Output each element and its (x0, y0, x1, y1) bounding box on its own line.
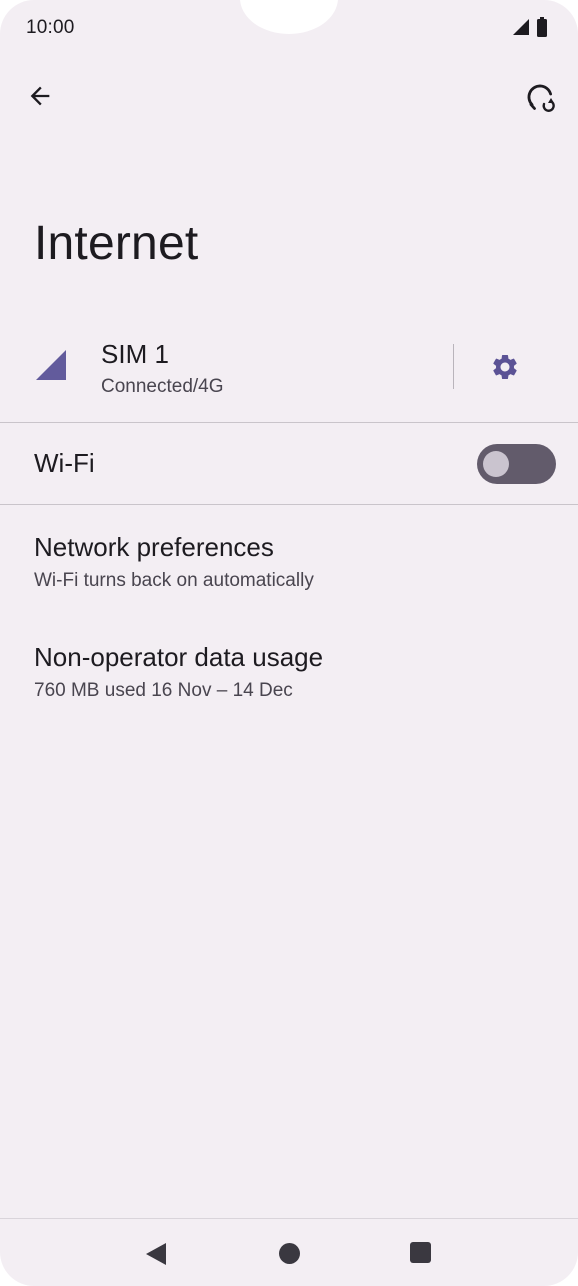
battery-icon (537, 17, 547, 37)
back-button[interactable] (22, 78, 58, 114)
arrow-left-icon (30, 86, 50, 106)
network-preferences-title: Network preferences (34, 532, 274, 562)
triangle-back-icon[interactable] (146, 1243, 166, 1265)
wifi-label: Wi-Fi (34, 448, 95, 478)
divider (0, 422, 578, 423)
non-operator-data-usage-subtitle: 760 MB used 16 Nov – 14 Dec (34, 680, 293, 701)
sim-row[interactable]: SIM 1 Connected/4G (0, 330, 578, 422)
divider (0, 504, 578, 505)
gear-icon (493, 355, 517, 379)
network-preferences-subtitle: Wi-Fi turns back on automatically (34, 570, 314, 591)
network-reset-button[interactable] (520, 78, 560, 118)
status-time: 10:00 (26, 17, 75, 38)
sim-divider (453, 344, 454, 389)
cell-signal-icon (513, 19, 529, 35)
square-recents-icon[interactable] (410, 1242, 431, 1263)
sim-status: Connected/4G (101, 376, 224, 397)
status-icons (512, 17, 548, 37)
signal-icon (36, 350, 66, 380)
non-operator-data-usage-title: Non-operator data usage (34, 642, 324, 672)
sim-settings-button[interactable] (484, 346, 526, 388)
network-reset-icon (527, 84, 555, 112)
camera-notch (240, 0, 338, 34)
sim-name: SIM 1 (101, 339, 169, 369)
wifi-toggle-knob (483, 451, 509, 477)
page-title: Internet (34, 217, 199, 270)
circle-home-icon[interactable] (279, 1243, 300, 1264)
navigation-bar (0, 1218, 578, 1286)
wifi-toggle[interactable] (477, 444, 556, 484)
screen: 10:00 Internet SIM 1 Connected/4G Wi-Fi … (0, 0, 578, 1286)
wifi-row[interactable]: Wi-Fi (0, 424, 578, 504)
network-preferences-item[interactable]: Network preferences Wi-Fi turns back on … (0, 532, 578, 632)
non-operator-data-usage-item[interactable]: Non-operator data usage 760 MB used 16 N… (0, 642, 578, 742)
